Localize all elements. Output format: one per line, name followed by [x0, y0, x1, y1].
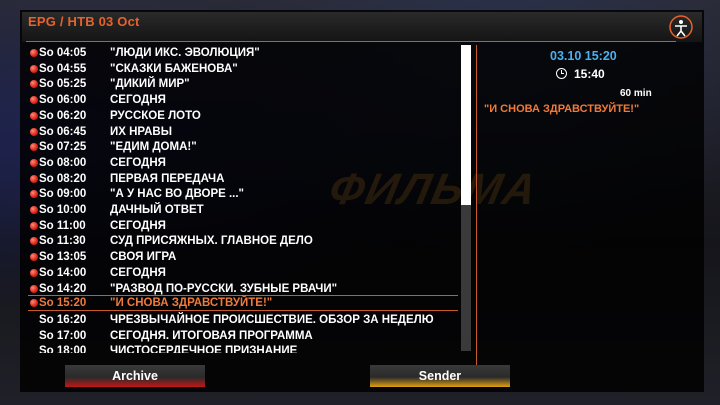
epg-row[interactable]: So 09:00 "А У НАС ВО ДВОРЕ ...": [28, 186, 458, 202]
epg-row[interactable]: So 11:00 СЕГОДНЯ: [28, 218, 458, 234]
epg-row-title: СЕГОДНЯ: [110, 267, 166, 279]
epg-row-time: So 05:25: [39, 78, 87, 90]
epg-row[interactable]: So 04:55 "СКАЗКИ БАЖЕНОВА": [28, 61, 458, 77]
epg-row[interactable]: So 08:20 ПЕРВАЯ ПЕРЕДАЧА: [28, 171, 458, 187]
epg-row-time: So 04:05: [39, 47, 87, 59]
sender-button[interactable]: Sender: [370, 365, 510, 387]
epg-list[interactable]: So 04:05 "ЛЮДИ ИКС. ЭВОЛЮЦИЯ" So 04:55 "СКА…: [28, 45, 458, 353]
archive-button[interactable]: Archive: [65, 365, 205, 387]
epg-row-title: ЧРЕЗВЫЧАЙНОЕ ПРОИСШЕСТВИЕ. ОБЗОР ЗА НЕДЕ…: [110, 314, 434, 326]
epg-row-title: ИХ НРАВЫ: [110, 126, 172, 138]
epg-row-time: So 11:30: [39, 235, 86, 247]
info-program-title: "И СНОВА ЗДРАВСТВУЙТЕ!": [484, 103, 640, 115]
scrollbar-thumb[interactable]: [461, 45, 471, 205]
epg-row-title: СУД ПРИСЯЖНЫХ. ГЛАВНОЕ ДЕЛО: [110, 235, 313, 247]
record-dot-icon: [30, 190, 38, 198]
epg-row-title: "СКАЗКИ БАЖЕНОВА": [110, 63, 238, 75]
epg-row-title: ЧИСТОСЕРДЕЧНОЕ ПРИЗНАНИЕ: [110, 345, 298, 353]
epg-row-time: So 06:20: [39, 110, 87, 122]
record-dot-icon: [30, 112, 38, 120]
epg-row[interactable]: So 06:45 ИХ НРАВЫ: [28, 124, 458, 140]
epg-row-title: "ЛЮДИ ИКС. ЭВОЛЮЦИЯ": [110, 47, 260, 59]
record-dot-icon: [30, 299, 38, 307]
epg-row-title: ДАЧНЫЙ ОТВЕТ: [110, 204, 204, 216]
record-dot-icon: [30, 253, 38, 261]
info-datetime: 03.10 15:20: [550, 49, 617, 63]
epg-row-time: So 11:00: [39, 220, 86, 232]
epg-row-time: So 08:20: [39, 173, 87, 185]
start-time-text: 15:40: [574, 67, 605, 81]
epg-row-title: СЕГОДНЯ. ИТОГОВАЯ ПРОГРАММА: [110, 330, 313, 342]
epg-row-title: "И СНОВА ЗДРАВСТВУЙТЕ!": [110, 297, 273, 309]
epg-row-time: So 13:05: [39, 251, 87, 263]
tv-screen: ФИЛЬМА EPG / НТВ 03 Oct So 04:05 "ЛЮДИ ИК…: [0, 0, 720, 405]
epg-row[interactable]: So 10:00 ДАЧНЫЙ ОТВЕТ: [28, 202, 458, 218]
epg-row-time: So 10:00: [39, 204, 87, 216]
epg-row-title: СЕГОДНЯ: [110, 157, 166, 169]
epg-row-selected[interactable]: So 15:20 "И СНОВА ЗДРАВСТВУЙТЕ!": [28, 295, 458, 311]
epg-row[interactable]: So 16:20 ЧРЕЗВЫЧАЙНОЕ ПРОИСШЕСТВИЕ. ОБЗОР…: [28, 312, 458, 328]
title-divider: [26, 41, 676, 42]
epg-row-title: СЕГОДНЯ: [110, 94, 166, 106]
epg-row[interactable]: So 17:00 СЕГОДНЯ. ИТОГОВАЯ ПРОГРАММА: [28, 328, 458, 344]
epg-row-time: So 18:00: [39, 345, 87, 353]
epg-row-time: So 14:00: [39, 267, 87, 279]
epg-row[interactable]: So 04:05 "ЛЮДИ ИКС. ЭВОЛЮЦИЯ": [28, 45, 458, 61]
record-dot-icon: [30, 175, 38, 183]
epg-row[interactable]: So 14:00 СЕГОДНЯ: [28, 265, 458, 281]
record-dot-icon: [30, 269, 38, 277]
epg-row-title: СЕГОДНЯ: [110, 220, 166, 232]
record-dot-icon: [30, 96, 38, 104]
epg-row-time: So 08:00: [39, 157, 87, 169]
record-dot-icon: [30, 222, 38, 230]
epg-row[interactable]: So 06:00 СЕГОДНЯ: [28, 92, 458, 108]
emblem-logo-icon: [669, 15, 693, 39]
vertical-divider: [476, 45, 477, 365]
epg-row-title: ПЕРВАЯ ПЕРЕДАЧА: [110, 173, 225, 185]
epg-row-title: СВОЯ ИГРА: [110, 251, 177, 263]
epg-row-time: So 17:00: [39, 330, 87, 342]
record-dot-icon: [30, 65, 38, 73]
epg-row[interactable]: So 08:00 СЕГОДНЯ: [28, 155, 458, 171]
record-dot-icon: [30, 143, 38, 151]
epg-row-time: So 09:00: [39, 188, 87, 200]
record-dot-icon: [30, 285, 38, 293]
record-dot-icon: [30, 237, 38, 245]
epg-row-title: "А У НАС ВО ДВОРЕ ...": [110, 188, 245, 200]
epg-row[interactable]: So 18:00 ЧИСТОСЕРДЕЧНОЕ ПРИЗНАНИЕ: [28, 343, 458, 353]
epg-row-time: So 04:55: [39, 63, 87, 75]
epg-row[interactable]: So 05:25 "ДИКИЙ МИР": [28, 76, 458, 92]
epg-row-title: "ДИКИЙ МИР": [110, 78, 190, 90]
epg-row-title: "ЕДИМ ДОМА!": [110, 141, 197, 153]
epg-row-time: So 06:45: [39, 126, 87, 138]
record-dot-icon: [30, 128, 38, 136]
page-title: EPG / НТВ 03 Oct: [28, 14, 140, 29]
epg-row[interactable]: So 13:05 СВОЯ ИГРА: [28, 249, 458, 265]
clock-icon: [556, 68, 567, 79]
record-dot-icon: [30, 80, 38, 88]
epg-row-title: РУССКОЕ ЛОТО: [110, 110, 201, 122]
epg-row-time: So 06:00: [39, 94, 87, 106]
epg-row-time: So 16:20: [39, 314, 87, 326]
record-dot-icon: [30, 49, 38, 57]
epg-row[interactable]: So 07:25 "ЕДИМ ДОМА!": [28, 139, 458, 155]
epg-row-time: So 07:25: [39, 141, 87, 153]
record-dot-icon: [30, 159, 38, 167]
record-dot-icon: [30, 206, 38, 214]
info-duration: 60 min: [620, 88, 652, 99]
epg-row[interactable]: So 11:30 СУД ПРИСЯЖНЫХ. ГЛАВНОЕ ДЕЛО: [28, 233, 458, 249]
epg-row-time: So 15:20: [39, 297, 87, 309]
info-start-time: 15:40: [556, 67, 605, 81]
epg-row[interactable]: So 06:20 РУССКОЕ ЛОТО: [28, 108, 458, 124]
